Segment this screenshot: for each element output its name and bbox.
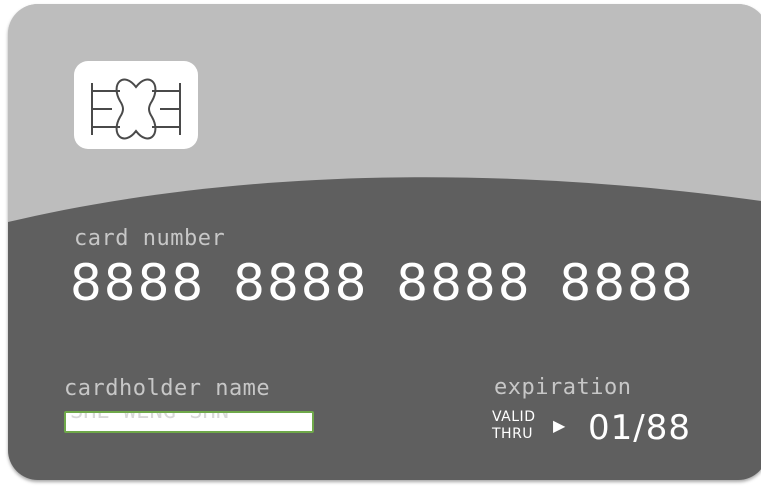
credit-card: card number 8888 8888 8888 8888 cardhold…	[8, 4, 761, 480]
valid-thru-label: VALID THRU	[492, 409, 535, 443]
valid-thru-line-1: VALID	[492, 409, 536, 425]
cardholder-name-label: cardholder name	[64, 376, 271, 401]
expiration-value: 01/88	[588, 408, 691, 448]
cardholder-name-value: SHE WENG SHN	[70, 411, 229, 424]
sim-chip-icon	[91, 78, 181, 140]
cardholder-name-field[interactable]: SHE WENG SHN	[64, 411, 314, 433]
card-number: 8888 8888 8888 8888	[70, 254, 695, 312]
valid-thru-line-2: THRU	[492, 426, 534, 442]
play-triangle-icon: ▶	[553, 416, 566, 435]
card-number-label: card number	[74, 226, 226, 251]
card-chip	[74, 61, 198, 149]
expiration-label: expiration	[494, 375, 632, 400]
